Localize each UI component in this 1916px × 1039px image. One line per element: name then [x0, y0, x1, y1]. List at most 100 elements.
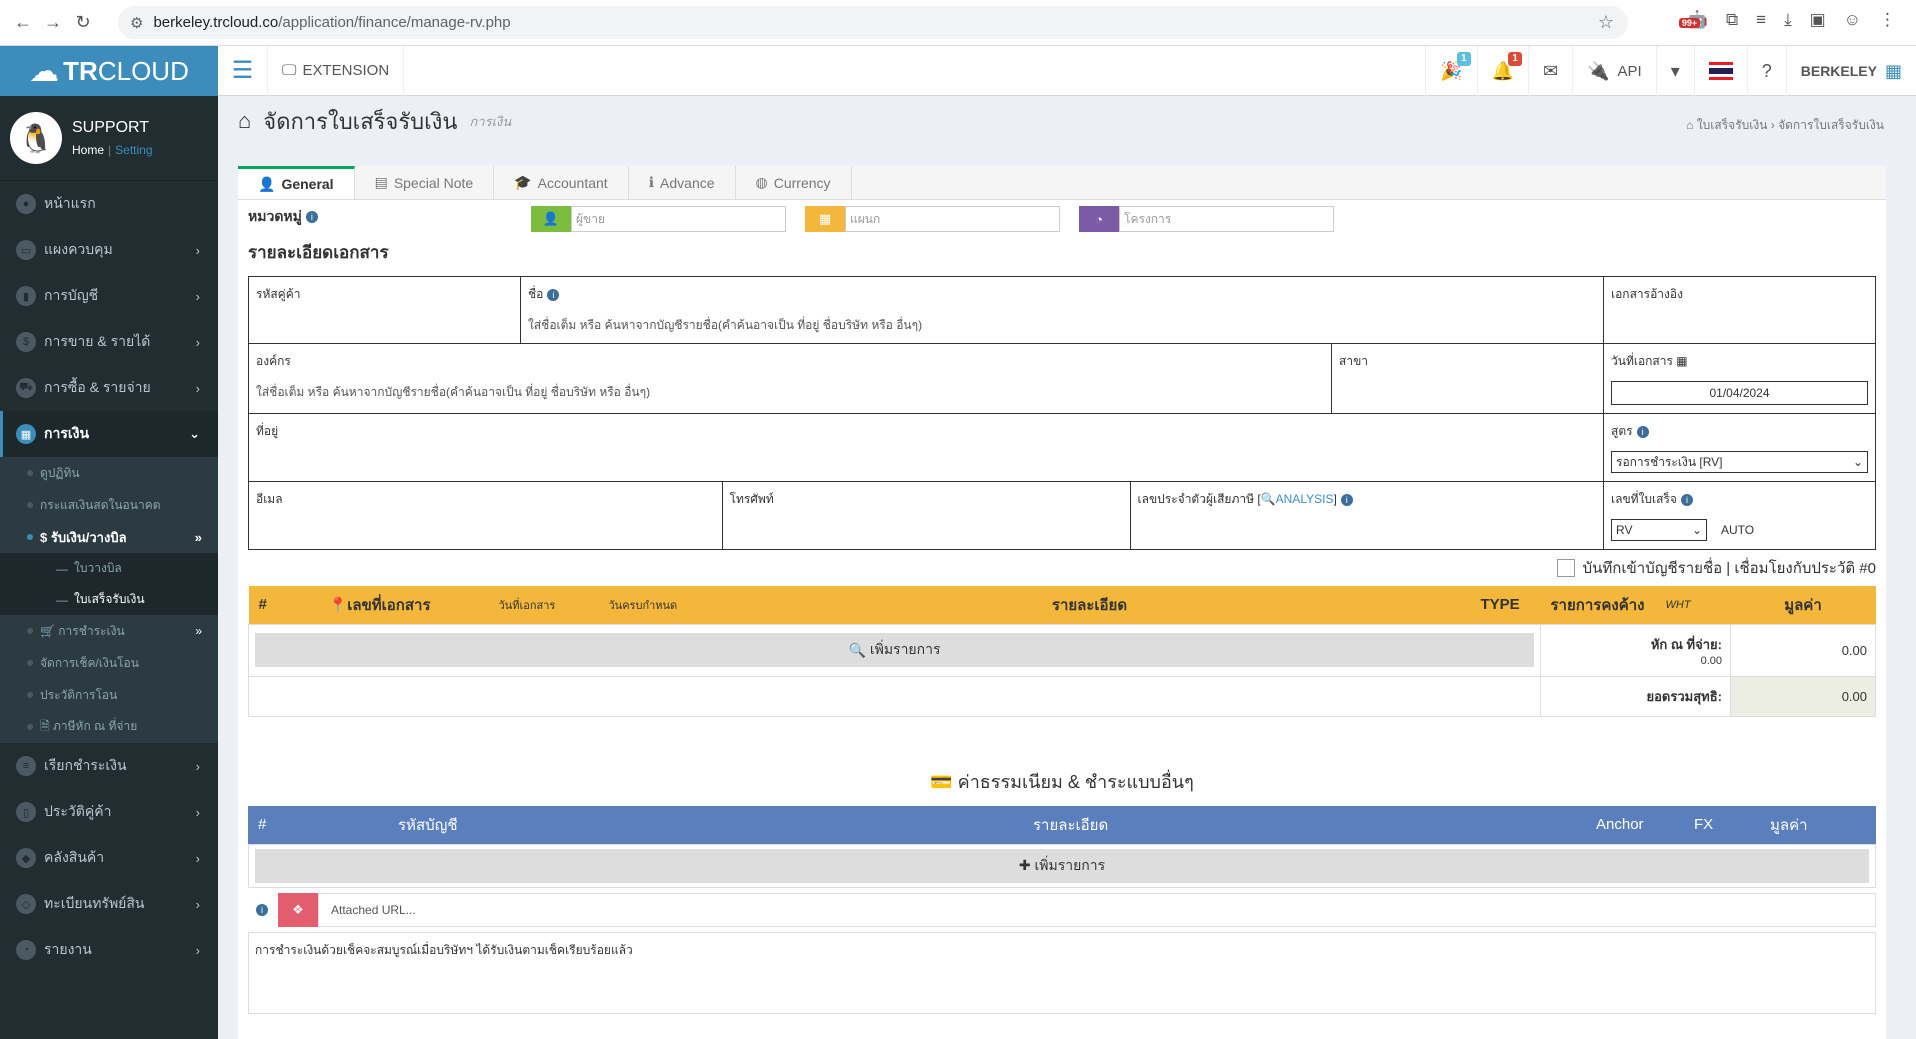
- dropbox-icon[interactable]: ❖: [278, 892, 318, 927]
- sidebar-item-sales[interactable]: $ การขาย & รายได้ ›: [0, 319, 218, 365]
- taxid-cell[interactable]: เลขประจำตัวผู้เสียภาษี [🔍ANALYSIS] i: [1129, 481, 1604, 550]
- org-cell[interactable]: องค์กร ใส่ชื่อเต็ม หรือ ค้นหาจากบัญชีรายช…: [248, 343, 1332, 414]
- logo-bold: TR: [63, 55, 98, 86]
- bell-button[interactable]: 🔔 1: [1476, 46, 1528, 96]
- api-button[interactable]: 🔌 API: [1572, 46, 1656, 96]
- dropdown-button[interactable]: ▾: [1655, 46, 1694, 96]
- info-icon[interactable]: i: [1340, 494, 1353, 506]
- sidebar-item-finance[interactable]: ▦ การเงิน ⌄: [0, 411, 218, 457]
- save-contact-checkbox[interactable]: [1556, 559, 1575, 577]
- tab-currency[interactable]: ◍ Currency: [736, 166, 852, 199]
- subsub-label: ใบวางบิล: [74, 561, 122, 575]
- thai-flag-icon: [1708, 62, 1733, 80]
- home-icon[interactable]: ⌂: [238, 108, 251, 134]
- net-value: 0.00: [1730, 675, 1876, 717]
- sidebar-item-assets[interactable]: ◇ ทะเบียนทรัพย์สิน ›: [0, 881, 218, 927]
- dot-icon: [27, 470, 33, 476]
- info-icon[interactable]: i: [547, 289, 560, 301]
- tab-label: Special Note: [393, 174, 474, 191]
- user-setting-link[interactable]: Setting: [115, 143, 152, 157]
- sidebar-sub-cashflow[interactable]: กระแสเงินสดในอนาคต: [0, 489, 218, 521]
- logo[interactable]: ☁ TR CLOUD: [0, 46, 218, 96]
- extension-button[interactable]: 🖵 EXTENSION: [268, 45, 405, 96]
- sidebar-item-dashboard[interactable]: ▭ แผงควบคุม ›: [0, 227, 218, 273]
- tab-accountant[interactable]: 🎓 Accountant: [494, 166, 629, 199]
- chevron-down-icon: ⌄: [189, 426, 200, 441]
- client-code-cell[interactable]: รหัสคู่ค้า: [248, 276, 521, 344]
- seller-input[interactable]: 👤 ผู้ขาย: [531, 206, 786, 232]
- sidebar-sub-payment[interactable]: 🛒 การชำระเงิน »: [0, 615, 218, 647]
- tab-label: Advance: [660, 174, 715, 191]
- menu-dots-icon[interactable]: ⋮: [1879, 10, 1896, 30]
- add-fee-button[interactable]: ✚ เพิ่มรายการ: [255, 848, 1869, 883]
- sidepanel-icon[interactable]: ▣: [1810, 10, 1826, 30]
- info-icon[interactable]: i: [1636, 426, 1649, 438]
- sidebar-item-billing[interactable]: ≡ เรียกชำระเงิน ›: [0, 743, 218, 789]
- sidebar-sub-transfer-history[interactable]: ประวัติการโอน: [0, 679, 218, 711]
- tab-special-note[interactable]: ▤ Special Note: [355, 166, 495, 199]
- address-cell[interactable]: ที่อยู่: [248, 413, 1604, 482]
- sidebar-subsub-billing[interactable]: — ใบวางบิล: [0, 553, 218, 584]
- sidebar-item-report[interactable]: ◔ รายงาน ›: [0, 927, 218, 973]
- info-icon[interactable]: i: [305, 211, 318, 223]
- tab-general[interactable]: 👤 General: [238, 166, 355, 199]
- back-icon[interactable]: ←: [8, 12, 38, 33]
- add-item-button[interactable]: 🔍 เพิ่มรายการ: [255, 633, 1534, 667]
- sidebar-item-partner-history[interactable]: ▯ ประวัติคู่ค้า ›: [0, 789, 218, 835]
- help-icon: ?: [1761, 60, 1772, 81]
- extension-robot-icon[interactable]: 🤖99+: [1678, 10, 1708, 30]
- add-item-label: เพิ่มรายการ: [869, 641, 941, 657]
- search-icon: 🔍: [848, 641, 866, 658]
- site-info-icon[interactable]: ⚙: [130, 14, 143, 32]
- sidebar-item-home[interactable]: ● หน้าแรก: [0, 181, 218, 227]
- sidebar-item-accounting[interactable]: ▮ การบัญชี ›: [0, 273, 218, 319]
- breadcrumb-link[interactable]: ใบเสร็จรับเงิน: [1697, 118, 1768, 132]
- project-input[interactable]: ◔ โครงการ: [1079, 206, 1334, 232]
- monitor-icon: 🖵: [282, 62, 297, 79]
- party-notify-button[interactable]: 🎉 1: [1425, 46, 1476, 96]
- sidebar-item-label: การซื้อ & รายจ่าย: [44, 379, 151, 395]
- formula-select[interactable]: รอการชำระเงิน [RV] ⌄: [1611, 451, 1868, 473]
- sidebar-item-purchase[interactable]: ⛟ การซื้อ & รายจ่าย ›: [0, 365, 218, 411]
- sidebar-subsub-receipt[interactable]: — ใบเสร็จรับเงิน: [0, 584, 218, 615]
- reload-icon[interactable]: ↻: [68, 12, 98, 33]
- tab-advance[interactable]: ℹ Advance: [629, 166, 736, 199]
- caret-down-icon: ▾: [1670, 60, 1680, 81]
- org-hint: ใส่ชื่อเต็ม หรือ ค้นหาจากบัญชีรายชื่อ(คำ…: [256, 385, 651, 399]
- extensions-puzzle-icon[interactable]: ⧉: [1726, 10, 1738, 30]
- formula-value: รอการชำระเงิน [RV]: [1616, 454, 1723, 469]
- note-textarea[interactable]: การชำระเงินด้วยเช็คจะสมบูรณ์เมื่อบริษัทฯ…: [248, 931, 1876, 1014]
- name-label: ชื่อ: [528, 287, 544, 301]
- info-icon[interactable]: i: [256, 903, 268, 916]
- analysis-link[interactable]: ANALYSIS: [1276, 492, 1334, 506]
- hamburger-icon[interactable]: ☰: [218, 45, 268, 96]
- receipt-prefix-select[interactable]: RV ⌄: [1611, 519, 1707, 541]
- profile-icon[interactable]: ☺: [1844, 10, 1861, 30]
- sidebar-item-inventory[interactable]: ◆ คลังสินค้า ›: [0, 835, 218, 881]
- download-icon[interactable]: ⤓: [1784, 10, 1792, 30]
- url-bar[interactable]: ⚙ berkeley.trcloud.co/application/financ…: [118, 6, 1628, 39]
- sidebar-sub-cheque[interactable]: จัดการเช็ค/เงินโอน: [0, 647, 218, 679]
- info-icon[interactable]: i: [1680, 494, 1693, 506]
- dept-input[interactable]: ▦ แผนก: [805, 206, 1060, 232]
- help-button[interactable]: ?: [1746, 46, 1786, 96]
- media-icon[interactable]: ≡: [1756, 10, 1766, 30]
- user-home-link[interactable]: Home: [72, 143, 104, 157]
- col-value: มูลค่า: [1784, 596, 1822, 614]
- forward-icon[interactable]: →: [38, 12, 68, 33]
- email-cell[interactable]: อีเมล: [248, 481, 723, 550]
- name-cell[interactable]: ชื่อ i ใส่ชื่อเต็ม หรือ ค้นหาจากบัญชีรายชื…: [520, 276, 1604, 344]
- branch-cell[interactable]: สาขา: [1331, 343, 1604, 414]
- sidebar-sub-receive[interactable]: $ รับเงิน/วางบิล »: [0, 521, 218, 553]
- attach-url-input[interactable]: Attached URL...: [318, 892, 1876, 927]
- sidebar-sub-calendar[interactable]: ดูปฏิทิน: [0, 457, 218, 489]
- company-button[interactable]: BERKELEY ▦: [1785, 46, 1916, 96]
- ref-doc-cell[interactable]: เอกสารอ้างอิง: [1603, 276, 1876, 344]
- mail-button[interactable]: ✉: [1527, 46, 1572, 96]
- language-flag-button[interactable]: [1693, 46, 1747, 96]
- sidebar-sub-wht[interactable]: 🗎 ภาษีหัก ณ ที่จ่าย: [0, 711, 218, 743]
- url-path: /application/finance/manage-rv.php: [278, 14, 511, 31]
- phone-cell[interactable]: โทรศัพท์: [721, 481, 1131, 550]
- bookmark-star-icon[interactable]: ☆: [1598, 12, 1614, 33]
- doc-date-input[interactable]: 01/04/2024: [1611, 381, 1868, 405]
